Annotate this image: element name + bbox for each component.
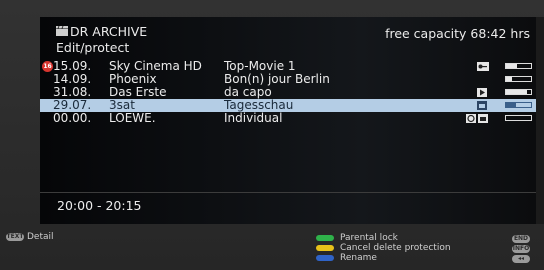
time-range: 20:00 - 20:15 — [57, 198, 142, 213]
timer-icon — [466, 114, 476, 123]
progress-fill — [506, 90, 528, 94]
end-key-icon[interactable]: END — [512, 234, 530, 243]
free-capacity: free capacity 68:42 hrs — [385, 26, 530, 41]
progress-bar — [505, 115, 532, 121]
page-title: DR ARCHIVE — [70, 24, 148, 39]
color-key-legend: Parental lock Cancel delete protection R… — [316, 233, 451, 263]
legend-item-cancel-delete-protection[interactable]: Cancel delete protection — [316, 243, 451, 253]
legend-item-parental-lock[interactable]: Parental lock — [316, 233, 451, 243]
clapperboard-icon — [56, 26, 68, 36]
panel-edge — [536, 17, 544, 224]
divider — [40, 192, 536, 193]
progress-bar — [505, 89, 532, 95]
remote-keys: END INFO ◂◂ — [512, 233, 530, 263]
text-key-icon: TEXT — [6, 232, 24, 241]
recording-list: 16 15.09. Sky Cinema HD Top-Movie 1 14.0… — [40, 60, 536, 125]
detail-label: Detail — [27, 232, 54, 242]
progress-fill — [506, 77, 513, 81]
rewind-key-icon[interactable]: ◂◂ — [512, 254, 530, 263]
progress-fill — [506, 64, 518, 68]
progress-fill — [506, 103, 516, 107]
page-subtitle: Edit/protect — [56, 40, 130, 55]
recording-date: 00.00. — [53, 111, 92, 125]
protect-icon — [477, 101, 487, 110]
yellow-key-icon — [316, 244, 334, 251]
recording-channel: LOEWE. — [109, 111, 156, 125]
detail-hint[interactable]: TEXT Detail — [6, 232, 54, 242]
protect-icon — [478, 114, 488, 123]
blue-key-icon — [316, 254, 334, 261]
legend-label: Rename — [340, 253, 377, 263]
green-key-icon — [316, 234, 334, 241]
legend-item-rename[interactable]: Rename — [316, 253, 451, 263]
parental-lock-icon: 16 — [42, 61, 53, 72]
legend-label: Cancel delete protection — [340, 243, 451, 253]
recording-title: Individual — [224, 111, 283, 125]
recording-row[interactable]: 00.00. LOEWE. Individual — [40, 112, 536, 125]
play-icon — [477, 88, 487, 97]
progress-bar — [505, 76, 532, 82]
key-icon — [477, 62, 489, 71]
progress-bar — [505, 63, 532, 69]
info-key-icon[interactable]: INFO — [512, 244, 530, 253]
progress-bar — [505, 102, 532, 108]
legend-label: Parental lock — [340, 233, 398, 243]
